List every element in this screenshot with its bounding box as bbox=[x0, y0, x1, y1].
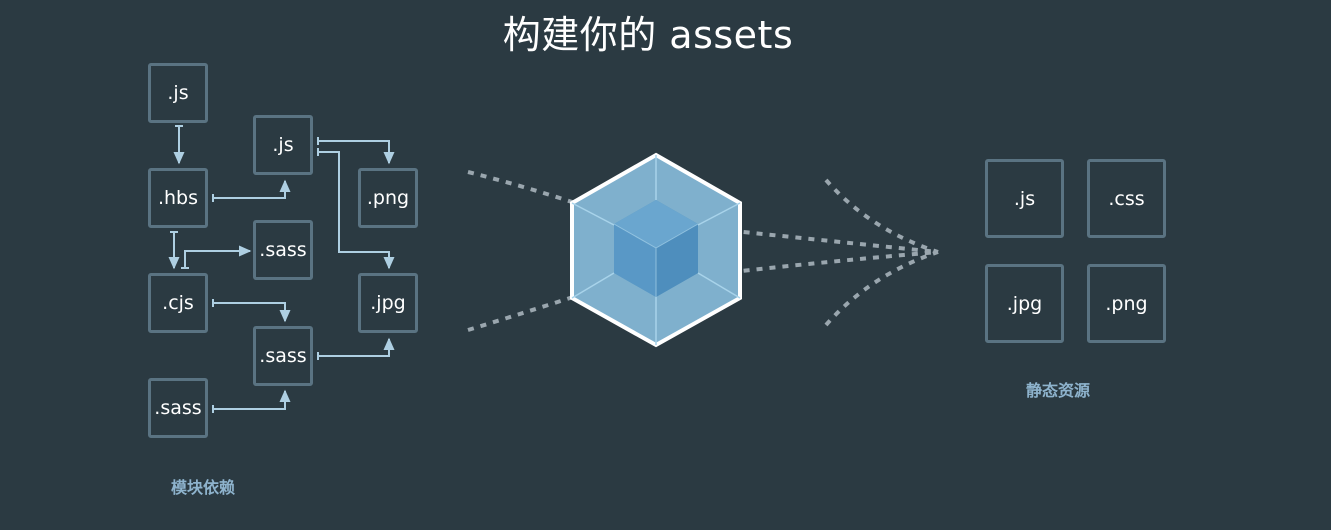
assets-caption: 静态资源 bbox=[1025, 381, 1090, 400]
asset-js: .js bbox=[985, 159, 1064, 238]
asset-png: .png bbox=[1087, 264, 1166, 343]
asset-css: .css bbox=[1087, 159, 1166, 238]
asset-jpg: .jpg bbox=[985, 264, 1064, 343]
